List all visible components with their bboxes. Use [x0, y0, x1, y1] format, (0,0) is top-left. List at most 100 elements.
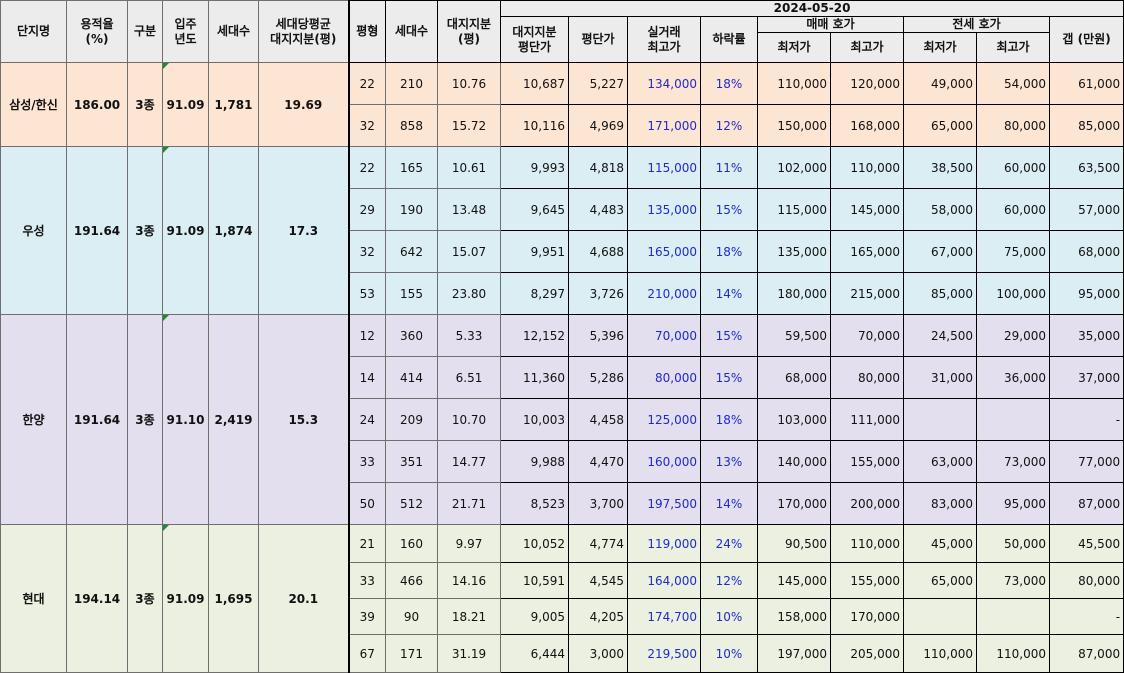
- header-jeonse-max: 최고가: [976, 32, 1050, 63]
- jeonse-min-cell: 24,500: [903, 314, 977, 357]
- land-price-cell: 10,052: [500, 524, 569, 563]
- land-price-cell: 8,297: [500, 272, 569, 315]
- complex-name: 우성: [0, 146, 67, 315]
- jeonse-max-cell: 95,000: [976, 482, 1050, 525]
- complex-households: 1,874: [208, 146, 259, 315]
- sale-max-cell: 168,000: [830, 104, 904, 147]
- jeonse-min-cell: 65,000: [903, 562, 977, 599]
- drop-rate-cell: 15%: [700, 188, 758, 231]
- complex-far: 194.14: [66, 524, 128, 673]
- deal-max-cell: 219,500: [627, 634, 701, 673]
- gap-cell: 61,000: [1048, 62, 1124, 105]
- gap-cell: 63,500: [1048, 146, 1124, 189]
- jeonse-max-cell: 100,000: [976, 272, 1050, 315]
- gap-cell: -: [1048, 398, 1124, 441]
- sale-max-cell: 155,000: [830, 562, 904, 599]
- complex-name: 삼성/한신: [0, 62, 67, 147]
- sale-max-cell: 111,000: [830, 398, 904, 441]
- complex-name: 현대: [0, 524, 67, 673]
- header-move-in-year: 입주 년도: [162, 0, 209, 63]
- unit-households-cell: 858: [385, 104, 438, 147]
- jeonse-min-cell: 58,000: [903, 188, 977, 231]
- per-pyeong-cell: 4,545: [568, 562, 628, 599]
- jeonse-min-cell: 65,000: [903, 104, 977, 147]
- drop-rate-cell: 10%: [700, 598, 758, 635]
- complex-zone: 3종: [127, 524, 163, 673]
- land-price-cell: 9,951: [500, 230, 569, 273]
- sale-max-cell: 70,000: [830, 314, 904, 357]
- unit-households-cell: 351: [385, 440, 438, 483]
- table-row: 현대 194.14 3종 91.09 1,695 20.1 21 160 9.97 10,052 4…: [0, 524, 1124, 673]
- pyeong-cell: 39: [347, 598, 386, 635]
- unit-households-cell: 155: [385, 272, 438, 315]
- per-pyeong-cell: 5,286: [568, 356, 628, 399]
- land-share-cell: 15.72: [437, 104, 501, 147]
- deal-max-cell: 171,000: [627, 104, 701, 147]
- land-price-cell: 10,687: [500, 62, 569, 105]
- pyeong-cell: 22: [347, 146, 386, 189]
- drop-rate-cell: 24%: [700, 524, 758, 563]
- complex-name: 한양: [0, 314, 67, 525]
- drop-rate-cell: 15%: [700, 356, 758, 399]
- header-deal-max: 실거래 최고가: [627, 16, 701, 63]
- header-pyeong: 평형: [347, 0, 386, 63]
- header-gap: 갭 (만원): [1048, 16, 1124, 63]
- complex-avg-land-share: 15.3: [258, 314, 349, 525]
- pyeong-cell: 21: [347, 524, 386, 563]
- complex-far: 186.00: [66, 62, 128, 147]
- jeonse-min-cell: 49,000: [903, 62, 977, 105]
- per-pyeong-cell: 4,205: [568, 598, 628, 635]
- header-sale-max: 최고가: [830, 32, 904, 63]
- header-zone: 구분: [127, 0, 163, 63]
- drop-rate-cell: 18%: [700, 398, 758, 441]
- header-avg-land-share: 세대당평균 대지지분(평): [258, 0, 349, 63]
- land-share-cell: 21.71: [437, 482, 501, 525]
- sale-min-cell: 102,000: [757, 146, 831, 189]
- unit-households-cell: 171: [385, 634, 438, 673]
- drop-rate-cell: 14%: [700, 272, 758, 315]
- pyeong-cell: 53: [347, 272, 386, 315]
- jeonse-max-cell: 110,000: [976, 634, 1050, 673]
- header-unit-households: 세대수: [385, 0, 438, 63]
- sale-max-cell: 145,000: [830, 188, 904, 231]
- deal-max-cell: 134,000: [627, 62, 701, 105]
- apartment-price-table: 단지명 용적율 (%) 구분 입주 년도 세대수 세대당평균 대지지분(평) 평형 세…: [0, 0, 1124, 673]
- header-land-share: 대지지분 (평): [437, 0, 501, 63]
- complex-households: 1,695: [208, 524, 259, 673]
- jeonse-max-cell: 80,000: [976, 104, 1050, 147]
- pyeong-cell: 24: [347, 398, 386, 441]
- unit-households-cell: 512: [385, 482, 438, 525]
- sale-min-cell: 90,500: [757, 524, 831, 563]
- drop-rate-cell: 18%: [700, 62, 758, 105]
- drop-rate-cell: 18%: [700, 230, 758, 273]
- per-pyeong-cell: 3,700: [568, 482, 628, 525]
- header-sale-min: 최저가: [757, 32, 831, 63]
- jeonse-max-cell: 29,000: [976, 314, 1050, 357]
- sale-max-cell: 200,000: [830, 482, 904, 525]
- land-share-cell: 10.70: [437, 398, 501, 441]
- sale-min-cell: 135,000: [757, 230, 831, 273]
- deal-max-cell: 164,000: [627, 562, 701, 599]
- header-per-pyeong: 평단가: [568, 16, 628, 63]
- gap-cell: 87,000: [1048, 634, 1124, 673]
- jeonse-min-cell: 45,000: [903, 524, 977, 563]
- complex-move-in-year: 91.09: [162, 524, 209, 673]
- gap-cell: 87,000: [1048, 482, 1124, 525]
- unit-households-cell: 160: [385, 524, 438, 563]
- unit-households-cell: 209: [385, 398, 438, 441]
- jeonse-min-cell: 63,000: [903, 440, 977, 483]
- land-price-cell: 10,003: [500, 398, 569, 441]
- gap-cell: 35,000: [1048, 314, 1124, 357]
- sale-max-cell: 165,000: [830, 230, 904, 273]
- deal-max-cell: 119,000: [627, 524, 701, 563]
- complex-far: 191.64: [66, 314, 128, 525]
- sale-min-cell: 68,000: [757, 356, 831, 399]
- pyeong-cell: 22: [347, 62, 386, 105]
- jeonse-max-cell: [976, 398, 1050, 441]
- sale-min-cell: 140,000: [757, 440, 831, 483]
- drop-rate-cell: 15%: [700, 314, 758, 357]
- drop-rate-cell: 12%: [700, 104, 758, 147]
- per-pyeong-cell: 4,688: [568, 230, 628, 273]
- complex-move-in-year: 91.09: [162, 146, 209, 315]
- drop-rate-cell: 10%: [700, 634, 758, 673]
